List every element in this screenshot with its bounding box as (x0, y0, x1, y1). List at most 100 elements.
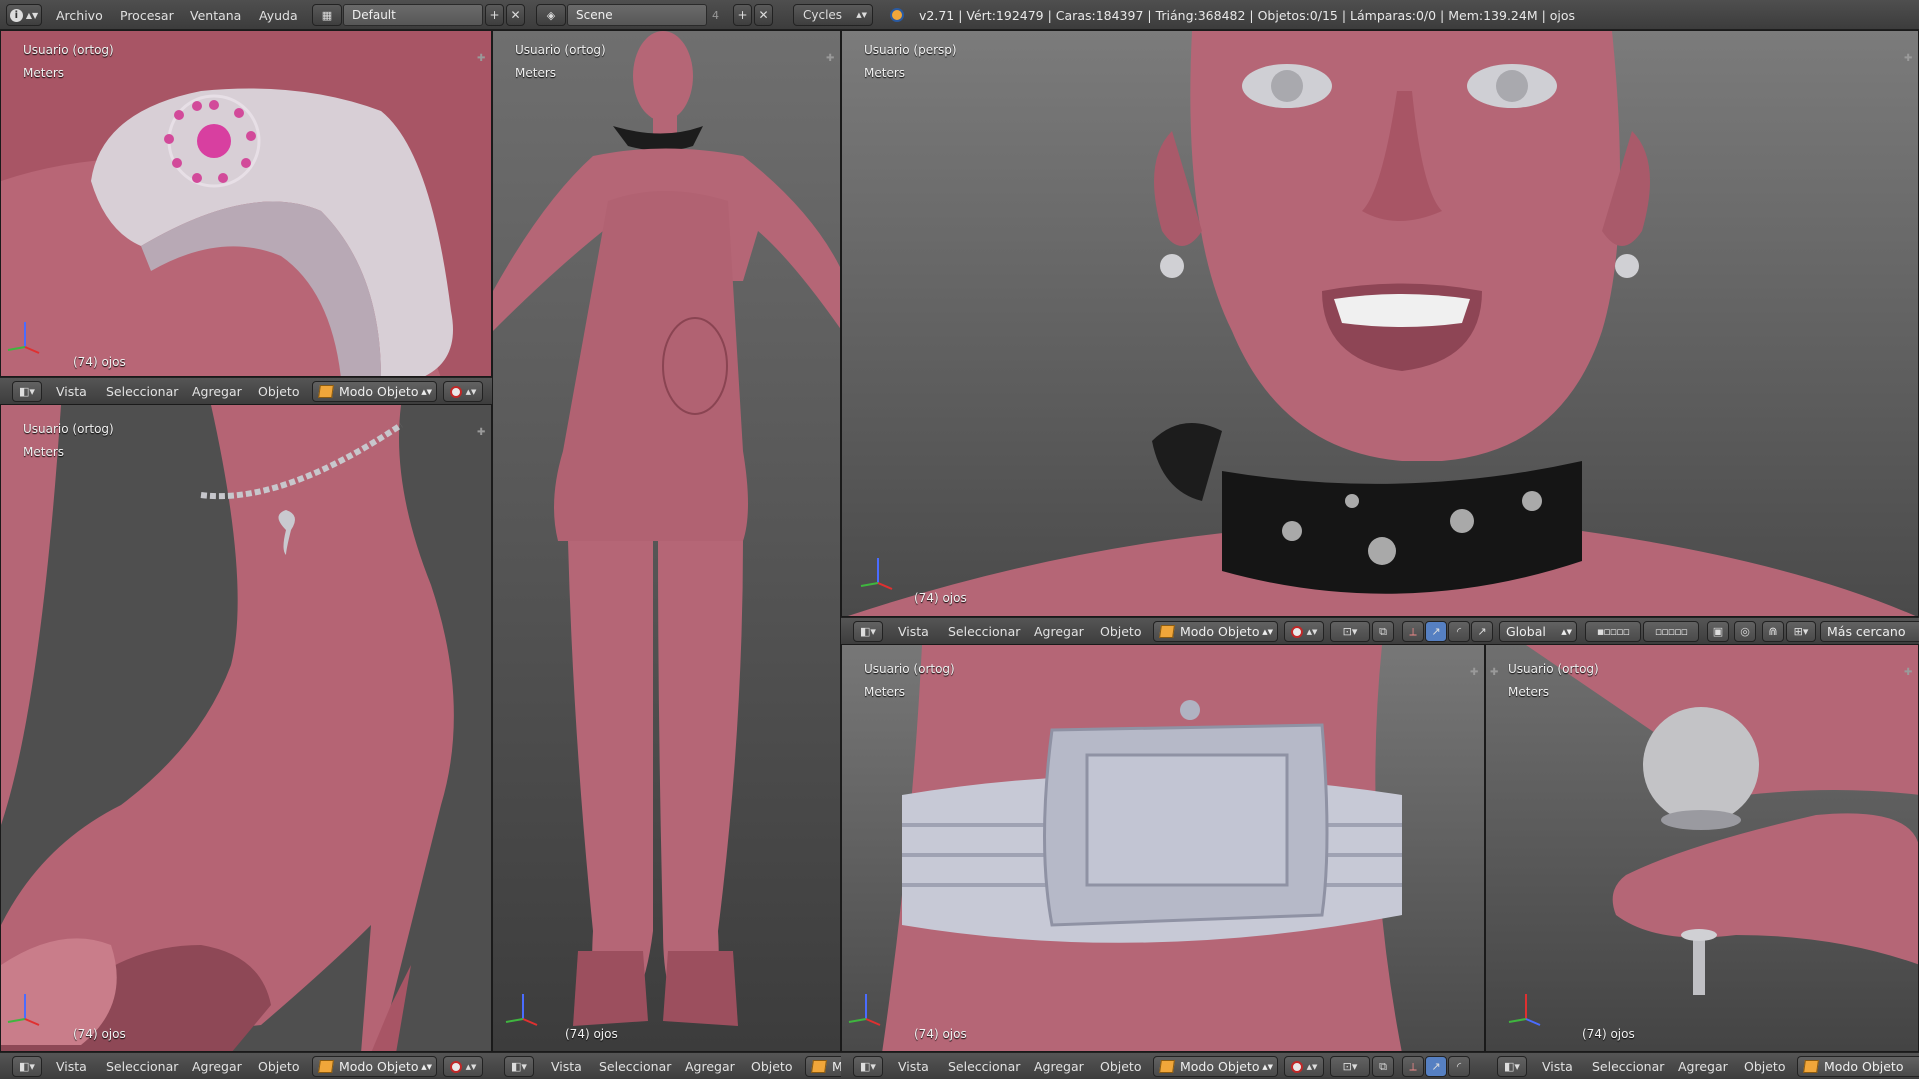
view-units-label: Meters (1508, 685, 1550, 699)
menu-agregar[interactable]: Agregar (685, 1053, 735, 1079)
corner-widget-icon[interactable]: ✚ (477, 53, 487, 64)
menu-seleccionar[interactable]: Seleccionar (106, 378, 178, 404)
chevron-updown-icon: ▲▼ (1306, 627, 1318, 636)
menu-vista[interactable]: Vista (56, 378, 87, 404)
corner-widget-icon[interactable]: ✚ (826, 53, 836, 64)
viewport-right-bottom-right[interactable]: Usuario (ortog) Meters (74) ojos ✚ ✚ (1485, 644, 1919, 1052)
scene-name-field[interactable]: Scene (567, 4, 707, 26)
viewport-header-bottom-left: ◧▾ Vista Seleccionar Agregar Objeto Modo… (0, 1052, 492, 1079)
menu-archivo[interactable]: Archivo (56, 0, 103, 30)
menu-objeto[interactable]: Objeto (1100, 618, 1142, 644)
snap-element-button[interactable]: ⊞▾ (1786, 621, 1816, 642)
chevron-updown-icon: ▲▼ (421, 1062, 432, 1071)
translate-manipulator-button[interactable]: ↗ (1425, 621, 1447, 642)
menu-ventana[interactable]: Ventana (190, 0, 241, 30)
view3d-icon: ◧▾ (511, 1060, 527, 1073)
menu-objeto[interactable]: Objeto (258, 1053, 300, 1079)
menu-vista[interactable]: Vista (551, 1053, 582, 1079)
editor-type-button[interactable]: ◧▾ (12, 1056, 42, 1077)
translate-manipulator-button[interactable]: ↗ (1425, 1056, 1447, 1077)
mode-select[interactable]: Modo Objeto ▲▼ (312, 381, 437, 402)
delete-scene-button[interactable]: ✕ (754, 4, 773, 26)
menu-vista[interactable]: Vista (898, 1053, 929, 1079)
menu-objeto[interactable]: Objeto (751, 1053, 793, 1079)
menu-vista[interactable]: Vista (56, 1053, 87, 1079)
pivot-only-button[interactable]: ⧉ (1372, 621, 1394, 642)
menu-agregar[interactable]: Agregar (192, 1053, 242, 1079)
manipulator-toggle-button[interactable]: ⟂ (1402, 621, 1424, 642)
menu-seleccionar[interactable]: Seleccionar (1592, 1053, 1664, 1079)
mode-select[interactable]: Modo Objeto (1797, 1056, 1919, 1077)
view3d-icon: ◧▾ (860, 1060, 876, 1073)
editor-type-button[interactable]: ◧▾ (853, 1056, 883, 1077)
menu-seleccionar[interactable]: Seleccionar (948, 1053, 1020, 1079)
render-layer-icon: ▣ (1712, 625, 1724, 638)
render-engine-select[interactable]: Cycles ▲▼ (793, 4, 873, 26)
menu-seleccionar[interactable]: Seleccionar (599, 1053, 671, 1079)
translate-icon: ↗ (1431, 1060, 1441, 1073)
viewport-top-left[interactable]: Usuario (ortog) Meters (74) ojos ✚ (0, 30, 492, 377)
pivot-point-button[interactable]: ⊡▾ (1330, 1056, 1370, 1077)
menu-agregar[interactable]: Agregar (1034, 618, 1084, 644)
mode-select[interactable]: Modo Objeto ▲▼ (312, 1056, 437, 1077)
viewport-shading-button[interactable]: ▲▼ (443, 381, 483, 402)
view-name-label: Usuario (persp) (864, 43, 957, 57)
object-mode-icon (811, 1060, 827, 1073)
scene-users-count: 4 (712, 8, 719, 22)
viewport-right-top[interactable]: Usuario (persp) Meters (74) ojos ✚ (841, 30, 1919, 617)
menu-vista[interactable]: Vista (1542, 1053, 1573, 1079)
add-scene-button[interactable]: + (733, 4, 752, 26)
snap-target-select[interactable]: Más cercano (1820, 621, 1919, 642)
menu-agregar[interactable]: Agregar (1678, 1053, 1728, 1079)
viewport-right-bottom-left[interactable]: Usuario (ortog) Meters (74) ojos ✚ (841, 644, 1485, 1052)
editor-type-button[interactable]: ◧▾ (853, 621, 883, 642)
mode-select[interactable]: Modo Objeto ▲▼ (1153, 621, 1278, 642)
rotate-manipulator-button[interactable]: ◜ (1448, 1056, 1470, 1077)
layers-group-1[interactable]: ▪▫▫▫▫ (1585, 621, 1641, 642)
menu-vista[interactable]: Vista (898, 618, 929, 644)
editor-type-button[interactable]: ◧▾ (12, 381, 42, 402)
corner-widget-icon[interactable]: ✚ (1490, 667, 1500, 678)
corner-widget-icon[interactable]: ✚ (1904, 667, 1914, 678)
viewport-middle[interactable]: Usuario (ortog) Meters (74) ojos ✚ (492, 30, 841, 1052)
corner-widget-icon[interactable]: ✚ (477, 427, 487, 438)
menu-seleccionar[interactable]: Seleccionar (948, 618, 1020, 644)
menu-procesar[interactable]: Procesar (120, 0, 174, 30)
menu-objeto[interactable]: Objeto (258, 378, 300, 404)
rotate-manipulator-button[interactable]: ◜ (1448, 621, 1470, 642)
object-mode-icon (318, 385, 334, 398)
corner-widget-icon[interactable]: ✚ (1470, 667, 1480, 678)
menu-agregar[interactable]: Agregar (192, 378, 242, 404)
scene-browse-button[interactable]: ◈ (536, 4, 566, 26)
viewport-shading-button[interactable]: ▲▼ (443, 1056, 483, 1077)
pivot-only-icon: ⧉ (1379, 624, 1387, 638)
layout-name-field[interactable]: Default (343, 4, 483, 26)
lock-layers-button[interactable]: ▣ (1707, 621, 1729, 642)
menu-agregar[interactable]: Agregar (1034, 1053, 1084, 1079)
viewport-bottom-left[interactable]: Usuario (ortog) Meters (74) ojos ✚ (0, 404, 492, 1052)
menu-ayuda[interactable]: Ayuda (259, 0, 298, 30)
viewport-shading-button[interactable]: ▲▼ (1284, 1056, 1324, 1077)
add-layout-button[interactable]: + (485, 4, 504, 26)
screen-layout-button[interactable]: ▦ (312, 4, 342, 26)
pivot-point-button[interactable]: ⊡▾ (1330, 621, 1370, 642)
viewport-header-top-left: ◧▾ Vista Seleccionar Agregar Objeto Modo… (0, 377, 492, 404)
delete-layout-button[interactable]: ✕ (506, 4, 525, 26)
menu-objeto[interactable]: Objeto (1744, 1053, 1786, 1079)
pivot-only-button[interactable]: ⧉ (1372, 1056, 1394, 1077)
editor-type-button[interactable]: i ▲▼ (6, 4, 42, 26)
menu-objeto[interactable]: Objeto (1100, 1053, 1142, 1079)
snap-toggle-button[interactable]: ⋒ (1762, 621, 1784, 642)
mode-select[interactable]: Modo Objeto ▲▼ (1153, 1056, 1278, 1077)
layers-group-2[interactable]: ▫▫▫▫▫ (1643, 621, 1699, 642)
viewport-shading-button[interactable]: ▲▼ (1284, 621, 1324, 642)
manipulator-toggle-button[interactable]: ⟂ (1402, 1056, 1424, 1077)
corner-widget-icon[interactable]: ✚ (1904, 53, 1914, 64)
editor-type-button[interactable]: ◧▾ (1497, 1056, 1527, 1077)
proportional-edit-button[interactable]: ◎ (1734, 621, 1756, 642)
mode-select[interactable]: M (805, 1056, 841, 1077)
scale-manipulator-button[interactable]: ↗ (1471, 621, 1493, 642)
editor-type-button[interactable]: ◧▾ (504, 1056, 534, 1077)
transform-orientation-select[interactable]: Global ▲▼ (1499, 621, 1577, 642)
menu-seleccionar[interactable]: Seleccionar (106, 1053, 178, 1079)
